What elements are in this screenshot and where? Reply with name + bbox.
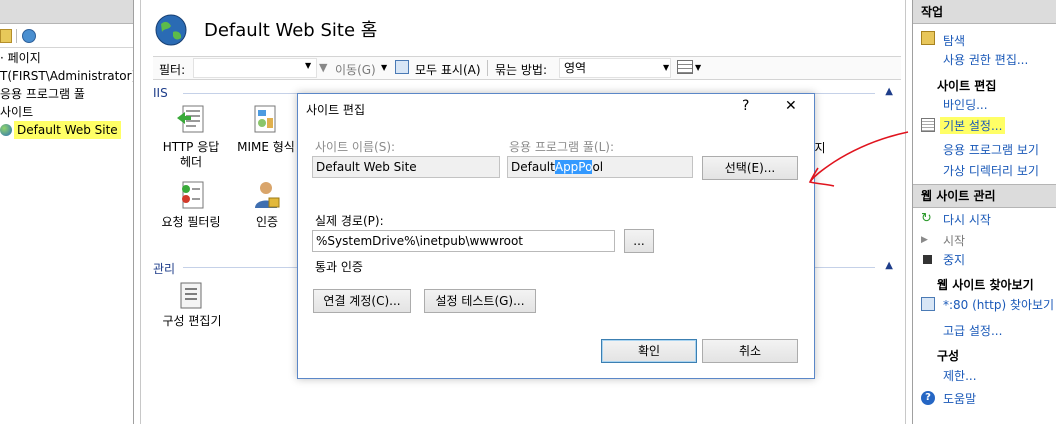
action-view-applications[interactable]: 응용 프로그램 보기: [943, 141, 1039, 158]
connect-as-button[interactable]: 연결 계정(C)...: [313, 289, 411, 313]
filter-input[interactable]: [193, 58, 317, 78]
action-browse-http[interactable]: *:80 (http) 찾아보기: [943, 296, 1054, 313]
section-manage-site: 웹 사이트 관리: [913, 184, 1056, 208]
action-basic-settings[interactable]: 기본 설정...: [940, 117, 1006, 134]
authentication-icon: [255, 182, 280, 208]
play-icon: ▶: [921, 235, 928, 245]
restart-icon: ↻: [921, 211, 932, 226]
action-bindings[interactable]: 바인딩...: [943, 96, 988, 113]
page-title: Default Web Site 홈: [204, 20, 378, 41]
feature-authentication[interactable]: 인증: [245, 215, 289, 230]
action-help[interactable]: 도움말: [943, 390, 976, 407]
annotation-arrow-icon: [808, 131, 909, 187]
help-button[interactable]: ?: [742, 98, 749, 114]
collapse-icon[interactable]: ▲: [885, 260, 893, 271]
connections-toolbar: [0, 26, 133, 48]
view-mode-icon[interactable]: [677, 60, 693, 74]
filter-label: 필터:: [159, 63, 186, 77]
action-advanced-settings[interactable]: 고급 설정...: [943, 322, 1002, 339]
site-name-label: 사이트 이름(S):: [315, 140, 396, 154]
browse-icon: [921, 297, 935, 311]
chevron-down-icon[interactable]: ▼: [695, 63, 701, 72]
tree-item-app-pools[interactable]: 응용 프로그램 풀: [0, 85, 85, 103]
show-all-icon: [395, 60, 409, 74]
chevron-down-icon[interactable]: ▼: [381, 63, 387, 72]
stop-icon: [923, 255, 932, 264]
site-globe-icon: [155, 14, 187, 46]
physical-path-input[interactable]: %SystemDrive%\inetpub\wwwroot: [312, 230, 615, 252]
app-pool-text: Default: [511, 160, 555, 174]
test-settings-button[interactable]: 설정 테스트(G)...: [424, 289, 536, 313]
feature-config-editor[interactable]: 구성 편집기: [155, 314, 229, 329]
section-title: 관리: [153, 262, 176, 276]
section-title: IIS: [153, 86, 168, 100]
connections-pane: · 페이지 T(FIRST\Administrator) 응용 프로그램 풀 사…: [0, 0, 134, 424]
actions-pane: 작업 탐색 사용 권한 편집... 사이트 편집 바인딩... 기본 설정...…: [912, 0, 1056, 424]
mime-types-icon: [254, 105, 276, 133]
document-icon: [921, 118, 935, 132]
site-name-field: Default Web Site: [312, 156, 500, 178]
feature-http-headers[interactable]: HTTP 응답 헤더: [159, 140, 223, 170]
feature-mime-types[interactable]: MIME 형식: [233, 140, 299, 155]
ok-button[interactable]: 확인: [601, 339, 697, 363]
cancel-button[interactable]: 취소: [702, 339, 798, 363]
http-headers-icon: [177, 105, 204, 133]
tree-item-server[interactable]: T(FIRST\Administrator): [0, 67, 133, 85]
app-pool-text-tail: ol: [592, 160, 604, 174]
chevron-down-icon[interactable]: ▼: [305, 61, 311, 70]
action-stop[interactable]: 중지: [943, 251, 965, 268]
folder-open-icon: [921, 31, 935, 45]
app-pool-selection: AppPo: [554, 160, 593, 174]
connect-icon[interactable]: [22, 29, 36, 43]
dialog-title: 사이트 편집: [306, 103, 366, 117]
action-view-virtual-dirs[interactable]: 가상 디렉터리 보기: [943, 162, 1039, 179]
section-configure: 구성: [937, 349, 960, 363]
request-filtering-icon: [182, 181, 204, 209]
action-start: 시작: [943, 234, 966, 248]
section-browse-site: 웹 사이트 찾아보기: [937, 278, 1034, 292]
go-button[interactable]: 이동(G): [335, 61, 376, 78]
folder-icon[interactable]: [0, 29, 12, 43]
group-by-select[interactable]: 영역: [559, 58, 671, 78]
physical-path-label: 실제 경로(P):: [315, 214, 384, 228]
browse-path-button[interactable]: ...: [624, 229, 654, 253]
tree-item-label: Default Web Site: [14, 121, 121, 139]
config-editor-icon: [180, 282, 202, 309]
action-restart[interactable]: 다시 시작: [943, 211, 991, 228]
app-pool-field: DefaultAppPool: [507, 156, 693, 178]
tree-item-start-page[interactable]: · 페이지: [0, 49, 41, 67]
funnel-icon: ▼: [319, 61, 328, 74]
filter-bar: 필터: ▼ ▼ 이동(G) ▼ 모두 표시(A) 묶는 방법: 영역 ▼ ▼: [153, 56, 901, 80]
toolbar-divider: [487, 60, 488, 76]
chevron-down-icon[interactable]: ▼: [663, 63, 669, 72]
action-limits[interactable]: 제한...: [943, 367, 977, 384]
app-pool-label: 응용 프로그램 풀(L):: [509, 140, 615, 154]
globe-icon: [0, 124, 12, 136]
collapse-icon[interactable]: ▲: [885, 86, 893, 97]
feature-request-filtering[interactable]: 요청 필터링: [155, 215, 227, 230]
close-button[interactable]: ✕: [785, 98, 797, 114]
select-app-pool-button[interactable]: 선택(E)...: [702, 156, 798, 180]
action-edit-permissions[interactable]: 사용 권한 편집...: [943, 51, 1028, 68]
show-all-button[interactable]: 모두 표시(A): [415, 61, 481, 78]
tree-item-sites[interactable]: 사이트: [0, 103, 33, 121]
help-icon: ?: [921, 391, 935, 405]
actions-header: 작업: [913, 0, 1056, 24]
group-by-label: 묶는 방법:: [495, 63, 548, 77]
edit-site-dialog: 사이트 편집 ? ✕ 사이트 이름(S): Default Web Site 응…: [297, 93, 815, 379]
connections-header: [0, 0, 133, 24]
action-explore[interactable]: 탐색: [943, 32, 965, 49]
toolbar-divider: [16, 29, 17, 43]
passthrough-auth-label: 통과 인증: [315, 260, 363, 274]
section-site-edit: 사이트 편집: [937, 79, 997, 93]
